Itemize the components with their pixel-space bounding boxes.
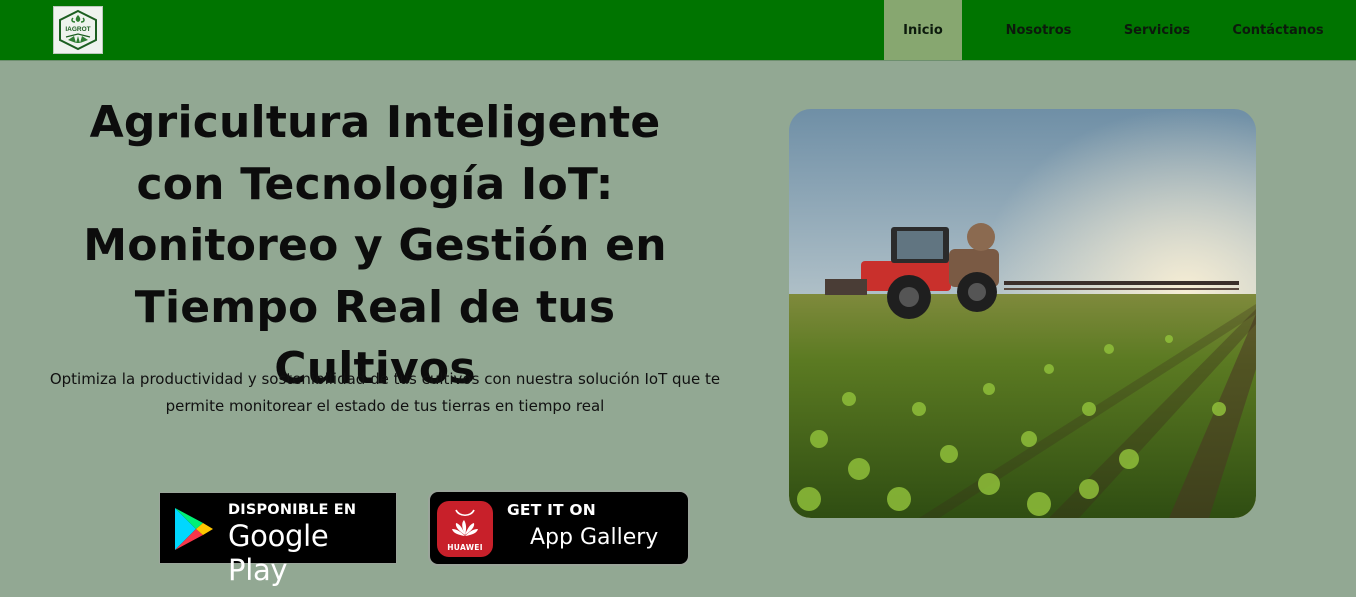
hero-subtitle: Optimiza la productividad y sostenibilid…: [49, 370, 721, 415]
huawei-icon-label: HUAWEI: [447, 543, 483, 552]
google-play-small-label: DISPONIBLE EN: [228, 502, 357, 518]
app-gallery-badge[interactable]: HUAWEI GET IT ON App Gallery: [428, 490, 690, 566]
huawei-icon: HUAWEI: [437, 501, 493, 557]
agro-leaf-logo-icon: IAGROT: [59, 9, 97, 51]
hero-title: Agricultura Inteligente con Tecnología I…: [83, 97, 667, 394]
app-gallery-small-label: GET IT ON: [507, 501, 596, 519]
nav-nosotros[interactable]: Nosotros: [992, 0, 1085, 60]
nav-servicios[interactable]: Servicios: [1112, 0, 1202, 60]
tractor-field-photo: [789, 109, 1256, 518]
google-play-icon: [175, 508, 213, 550]
logo-text: IAGROT: [65, 26, 90, 33]
navbar: IAGROT Inicio Nosotros Servicios Contáct…: [0, 0, 1356, 61]
google-play-label: Google Play: [228, 519, 329, 587]
google-play-badge[interactable]: DISPONIBLE EN Google Play: [159, 492, 397, 587]
nav-contactanos[interactable]: Contáctanos: [1226, 0, 1330, 60]
app-gallery-label: App Gallery: [530, 525, 659, 550]
brand-logo[interactable]: IAGROT: [53, 6, 103, 54]
nav-inicio[interactable]: Inicio: [884, 0, 962, 60]
